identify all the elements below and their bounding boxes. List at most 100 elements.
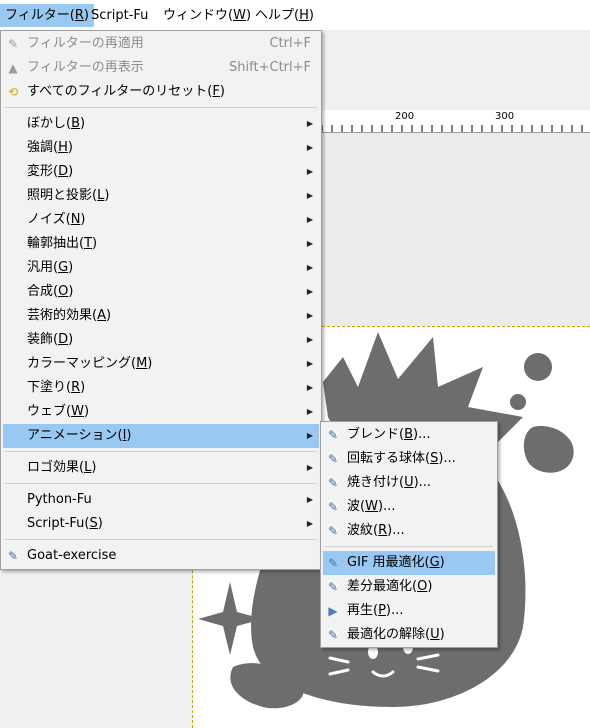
- mnemonic: D: [58, 164, 69, 179]
- menu-item-artistic[interactable]: 芸術的効果(A) ▶: [3, 304, 319, 328]
- menu-item-label: 強調(H): [27, 136, 73, 160]
- menubar-help[interactable]: ヘルプ(H): [250, 4, 319, 27]
- mnemonic-tail: )...: [413, 475, 432, 490]
- menu-item-label: 波紋(R)...: [347, 519, 405, 543]
- menu-item-generic[interactable]: 汎用(G) ▶: [3, 256, 319, 280]
- menu-item-optimize-diff[interactable]: ✎ 差分最適化(O): [323, 575, 495, 599]
- menu-item-script-fu[interactable]: Script-Fu(S) ▶: [3, 512, 319, 536]
- label-text: 下塗り(: [27, 380, 72, 395]
- menu-item-blur[interactable]: ぼかし(B) ▶: [3, 112, 319, 136]
- mnemonic-tail: ): [97, 516, 103, 531]
- chevron-right-icon: ▶: [306, 495, 313, 504]
- menubar-filters[interactable]: フィルター(R): [0, 4, 94, 27]
- label-text: 差分最適化(: [347, 579, 418, 594]
- label-text: ぼかし(: [27, 116, 72, 131]
- chevron-right-icon: ▶: [306, 431, 313, 440]
- mnemonic-tail: ): [68, 260, 74, 275]
- mnemonic: R: [74, 8, 84, 23]
- mnemonic: G: [429, 555, 440, 570]
- menu-item-python-fu[interactable]: Python-Fu ▶: [3, 488, 319, 512]
- menu-item-combine[interactable]: 合成(O) ▶: [3, 280, 319, 304]
- mnemonic-tail: ): [105, 308, 112, 323]
- menubar-windows-label: ウィンドウ(: [163, 8, 234, 23]
- menu-item-noise[interactable]: ノイズ(N) ▶: [3, 208, 319, 232]
- horizontal-ruler[interactable]: 200 300: [300, 110, 590, 133]
- menubar-filters-label: フィルター(: [5, 8, 75, 23]
- menu-item-light-shadow[interactable]: 照明と投影(L) ▶: [3, 184, 319, 208]
- mnemonic: B: [404, 427, 413, 442]
- plugin-icon: ✎: [327, 500, 339, 514]
- menu-item-unoptimize[interactable]: ✎ 最適化の解除(U): [323, 623, 495, 647]
- mnemonic-tail: ): [308, 8, 314, 23]
- menu-item-label: 合成(O): [27, 280, 73, 304]
- mnemonic: T: [84, 236, 93, 251]
- mnemonic-tail: ): [439, 555, 445, 570]
- mnemonic-tail: ): [427, 579, 433, 594]
- mnemonic-tail: ): [83, 404, 90, 419]
- menu-item-distorts[interactable]: 変形(D) ▶: [3, 160, 319, 184]
- menu-separator: [5, 539, 317, 540]
- mnemonic-tail: ): [439, 627, 445, 642]
- menu-item-label: 差分最適化(O): [347, 575, 432, 599]
- menu-item-map[interactable]: カラーマッピング(M) ▶: [3, 352, 319, 376]
- menu-item-rippling[interactable]: ✎ 波紋(R)...: [323, 519, 495, 543]
- menu-item-label: アニメーション(I): [27, 424, 131, 448]
- mnemonic: M: [136, 356, 148, 371]
- chevron-right-icon: ▶: [306, 519, 313, 528]
- menu-item-label: 汎用(G): [27, 256, 73, 280]
- menu-item-blend[interactable]: ✎ ブレンド(B)...: [323, 423, 495, 447]
- menu-item-burn-in[interactable]: ✎ 焼き付け(U)...: [323, 471, 495, 495]
- label-text: ウェブ(: [27, 404, 72, 419]
- mnemonic-tail: )...: [377, 499, 396, 514]
- mnemonic-tail: )...: [438, 451, 456, 466]
- label-text: 照明と投影(: [27, 188, 98, 203]
- mnemonic: U: [430, 627, 440, 642]
- mnemonic-tail: ): [219, 84, 225, 99]
- mnemonic-tail: ): [68, 164, 74, 179]
- mnemonic: B: [71, 116, 80, 131]
- menu-item-spinning-globe[interactable]: ✎ 回転する球体(S)...: [323, 447, 495, 471]
- label-text: 芸術的効果(: [27, 308, 98, 323]
- chevron-right-icon: ▶: [306, 239, 313, 248]
- menu-item-web[interactable]: ウェブ(W) ▶: [3, 400, 319, 424]
- menubar-windows[interactable]: ウィンドウ(W): [158, 4, 256, 27]
- menu-item-label: 芸術的効果(A): [27, 304, 111, 328]
- mnemonic: N: [70, 212, 81, 227]
- menu-item-goat-exercise[interactable]: ✎ Goat-exercise: [3, 544, 319, 568]
- menu-item-reapply[interactable]: ✎ フィルターの再適用 Ctrl+F: [3, 32, 319, 56]
- menu-item-label: 波(W)...: [347, 495, 395, 519]
- menu-item-label: 下塗り(R): [27, 376, 85, 400]
- menu-item-alpha-to-logo[interactable]: ロゴ効果(L) ▶: [3, 456, 319, 480]
- menu-item-decor[interactable]: 装飾(D) ▶: [3, 328, 319, 352]
- label-text: 合成(: [27, 284, 59, 299]
- reshow-icon: ▲: [8, 61, 18, 75]
- mnemonic: R: [71, 380, 81, 395]
- mnemonic-tail: ): [80, 212, 86, 227]
- plugin-icon: ✎: [327, 580, 339, 594]
- menu-item-render[interactable]: 下塗り(R) ▶: [3, 376, 319, 400]
- chevron-right-icon: ▶: [306, 287, 313, 296]
- mnemonic: D: [58, 332, 69, 347]
- label-text: 最適化の解除(: [347, 627, 431, 642]
- filters-menu: ✎ フィルターの再適用 Ctrl+F ▲ フィルターの再表示 Shift+Ctr…: [0, 30, 322, 570]
- mnemonic-tail: ): [91, 460, 97, 475]
- menu-item-enhance[interactable]: 強調(H) ▶: [3, 136, 319, 160]
- mnemonic-tail: ): [68, 332, 74, 347]
- mnemonic-tail: ): [68, 284, 74, 299]
- menu-item-reset-all[interactable]: ⟲ すべてのフィルターのリセット(F): [3, 80, 319, 104]
- menu-item-optimize-gif[interactable]: ✎ GIF 用最適化(G): [323, 551, 495, 575]
- label-text: GIF 用最適化(: [347, 555, 430, 570]
- menubar-script-fu[interactable]: Script-Fu: [86, 4, 153, 27]
- menu-item-playback[interactable]: ▶ 再生(P)...: [323, 599, 495, 623]
- mnemonic-tail: ): [92, 236, 98, 251]
- menu-item-animation[interactable]: アニメーション(I) ▶: [3, 424, 319, 448]
- label-text: 波紋(: [347, 523, 379, 538]
- menu-item-label: ノイズ(N): [27, 208, 86, 232]
- menu-item-waves[interactable]: ✎ 波(W)...: [323, 495, 495, 519]
- menu-item-label: すべてのフィルターのリセット(F): [27, 80, 225, 104]
- plugin-icon: ✎: [327, 476, 339, 490]
- label-text: 汎用(: [27, 260, 59, 275]
- menubar-script-fu-label: Script-Fu: [91, 8, 149, 23]
- menu-item-reshow[interactable]: ▲ フィルターの再表示 Shift+Ctrl+F: [3, 56, 319, 80]
- menu-item-edge-detect[interactable]: 輪郭抽出(T) ▶: [3, 232, 319, 256]
